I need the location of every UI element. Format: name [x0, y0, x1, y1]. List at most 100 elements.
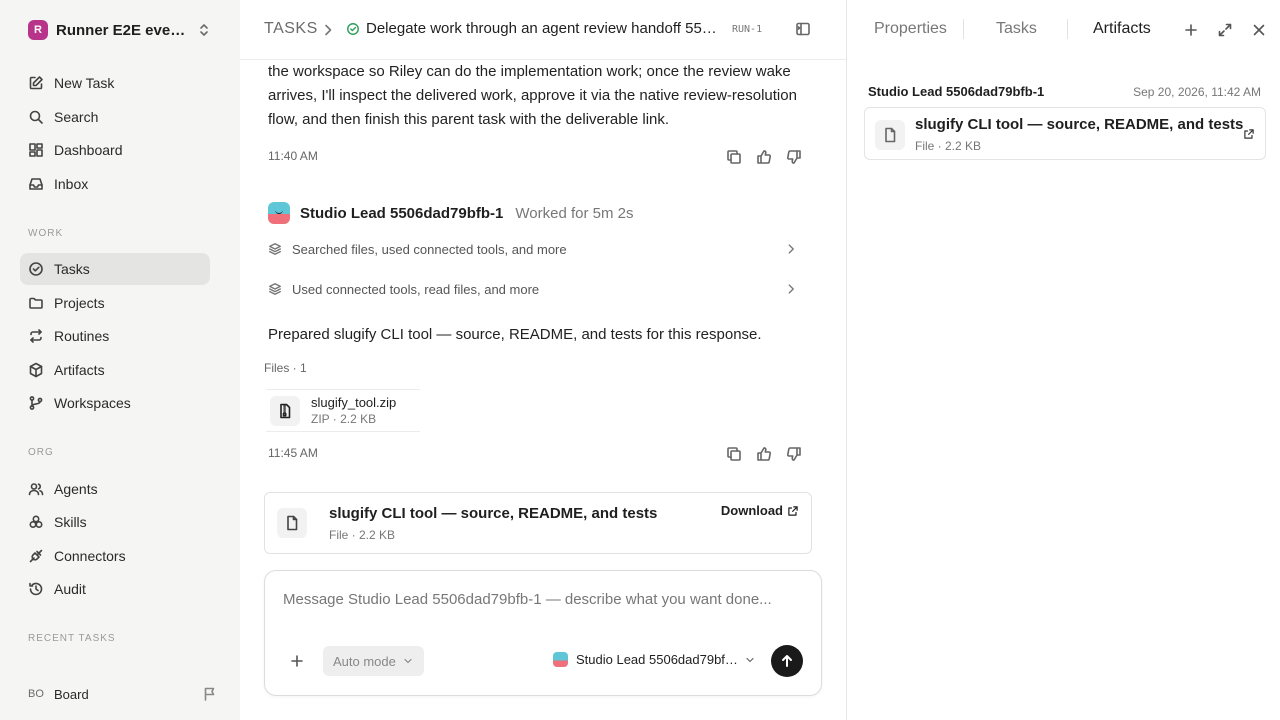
- attachment-meta: ZIP · 2.2 KB: [311, 412, 377, 426]
- assistant-message-text: Prepared slugify CLI tool — source, READ…: [268, 326, 762, 343]
- task-header: TASKS Delegate work through an agent rev…: [240, 0, 846, 60]
- sidebar-item-skills[interactable]: Skills: [20, 506, 210, 538]
- board-label: Board: [54, 686, 89, 702]
- message-input[interactable]: [283, 591, 803, 608]
- thumbs-down-icon[interactable]: [786, 446, 802, 462]
- sidebar-item-label: Skills: [54, 514, 87, 530]
- agent-picker[interactable]: Studio Lead 5506dad79bfb-1: [553, 652, 756, 667]
- download-button[interactable]: Download: [721, 503, 799, 518]
- dashboard-icon: [28, 142, 54, 158]
- sidebar-item-routines[interactable]: Routines: [20, 320, 210, 352]
- mode-label: Auto mode: [333, 653, 396, 669]
- file-icon: [875, 120, 905, 150]
- activity-step[interactable]: Used connected tools, read files, and mo…: [268, 279, 812, 299]
- section-label-work: WORK: [28, 228, 64, 239]
- sidebar-item-label: Artifacts: [54, 362, 105, 378]
- plug-icon: [28, 548, 54, 564]
- expand-icon[interactable]: [1217, 22, 1233, 38]
- sidebar-item-audit[interactable]: Audit: [20, 573, 210, 605]
- sidebar-item-label: Agents: [54, 481, 98, 497]
- mode-select[interactable]: Auto mode: [323, 646, 424, 676]
- thumbs-down-icon[interactable]: [786, 149, 802, 165]
- thumbs-up-icon[interactable]: [756, 446, 772, 462]
- sidebar-panel-icon[interactable]: [795, 21, 811, 37]
- git-branch-icon: [28, 395, 54, 411]
- sidebar-item-new-task[interactable]: New Task: [20, 67, 210, 99]
- sidebar-item-tasks[interactable]: Tasks: [20, 253, 210, 285]
- sidebar: R Runner E2E everything... New Task Sear…: [0, 0, 240, 720]
- close-icon[interactable]: [1251, 22, 1267, 38]
- sidebar-item-inbox[interactable]: Inbox: [20, 168, 210, 200]
- download-label: Download: [720, 503, 783, 518]
- repeat-icon: [28, 328, 54, 344]
- sidebar-item-search[interactable]: Search: [20, 101, 210, 133]
- section-label-org: ORG: [28, 447, 54, 458]
- chevron-right-icon: [784, 242, 808, 256]
- tab-artifacts[interactable]: Artifacts: [1093, 20, 1151, 38]
- sidebar-item-artifacts[interactable]: Artifacts: [20, 354, 210, 386]
- sidebar-item-agents[interactable]: Agents: [20, 473, 210, 505]
- sidebar-item-dashboard[interactable]: Dashboard: [20, 134, 210, 166]
- artifact-card[interactable]: slugify CLI tool — source, README, and t…: [864, 107, 1266, 160]
- send-button[interactable]: [771, 645, 803, 677]
- workspace-logo: R: [28, 20, 48, 40]
- workspace-switcher[interactable]: R Runner E2E everything...: [28, 18, 218, 42]
- chevron-down-icon: [396, 655, 414, 667]
- breadcrumb-tasks[interactable]: TASKS: [264, 20, 318, 38]
- sidebar-item-label: Inbox: [54, 176, 89, 192]
- agent-message-header: Studio Lead 5506dad79bfb-1 Worked for 5m…: [268, 202, 634, 224]
- board-switcher[interactable]: BO Board: [28, 683, 218, 705]
- section-label-recent-tasks: RECENT TASKS: [28, 633, 116, 644]
- deliverable-card[interactable]: slugify CLI tool — source, README, and t…: [264, 492, 812, 554]
- copy-icon[interactable]: [726, 446, 742, 462]
- avatar: [268, 202, 290, 224]
- folder-icon: [28, 295, 54, 311]
- sidebar-item-label: Tasks: [54, 261, 90, 277]
- avatar: [553, 652, 568, 667]
- chevron-right-icon: [784, 282, 808, 296]
- external-link-icon: [787, 505, 799, 517]
- sidebar-item-projects[interactable]: Projects: [20, 287, 210, 319]
- plus-icon[interactable]: [289, 653, 305, 669]
- layers-icon: [268, 282, 292, 296]
- chevron-up-down-icon: [196, 22, 212, 38]
- sidebar-item-label: Dashboard: [54, 142, 123, 158]
- assistant-message-text: the workspace so Riley can do the implem…: [268, 63, 797, 128]
- right-panel: Properties Tasks Artifacts Studio Lead 5…: [846, 0, 1280, 720]
- sidebar-item-label: Audit: [54, 581, 86, 597]
- inbox-icon: [28, 176, 54, 192]
- attachment-file[interactable]: slugify_tool.zip ZIP · 2.2 KB: [266, 389, 420, 432]
- arrow-up-icon: [779, 653, 795, 669]
- cube-icon: [28, 362, 54, 378]
- thumbs-up-icon[interactable]: [756, 149, 772, 165]
- activity-step[interactable]: Searched files, used connected tools, an…: [268, 239, 812, 259]
- status-check-icon: [346, 22, 360, 36]
- artifact-meta: File · 2.2 KB: [915, 139, 982, 153]
- sidebar-item-connectors[interactable]: Connectors: [20, 540, 210, 572]
- activity-step-label: Searched files, used connected tools, an…: [292, 241, 567, 257]
- skills-icon: [28, 514, 54, 530]
- message-actions: [726, 149, 802, 165]
- sidebar-item-label: Routines: [54, 328, 110, 344]
- tab-properties[interactable]: Properties: [874, 20, 947, 38]
- sidebar-item-workspaces[interactable]: Workspaces: [20, 387, 210, 419]
- tab-tasks[interactable]: Tasks: [996, 20, 1037, 38]
- tab-divider: [1067, 19, 1068, 39]
- plus-icon[interactable]: [1183, 22, 1199, 38]
- sidebar-item-label: Connectors: [54, 548, 126, 564]
- external-link-icon[interactable]: [1243, 128, 1255, 140]
- copy-icon[interactable]: [726, 149, 742, 165]
- sidebar-item-label: Search: [54, 109, 99, 125]
- task-title: Delegate work through an agent review ha…: [366, 20, 724, 37]
- artifact-title: slugify CLI tool — source, README, and t…: [915, 116, 1244, 133]
- run-badge: RUN-1: [732, 24, 763, 35]
- sidebar-item-label: Workspaces: [54, 395, 131, 411]
- agent-picker-label: Studio Lead 5506dad79bfb-1: [576, 652, 738, 667]
- message-composer: Auto mode Studio Lead 5506dad79bfb-1: [264, 570, 822, 696]
- flag-icon[interactable]: [202, 686, 218, 702]
- workspace-name: Runner E2E everything...: [56, 21, 191, 39]
- chevron-right-icon: [320, 22, 336, 38]
- layers-icon: [268, 242, 292, 256]
- check-circle-icon: [28, 261, 54, 277]
- edit-icon: [28, 75, 54, 91]
